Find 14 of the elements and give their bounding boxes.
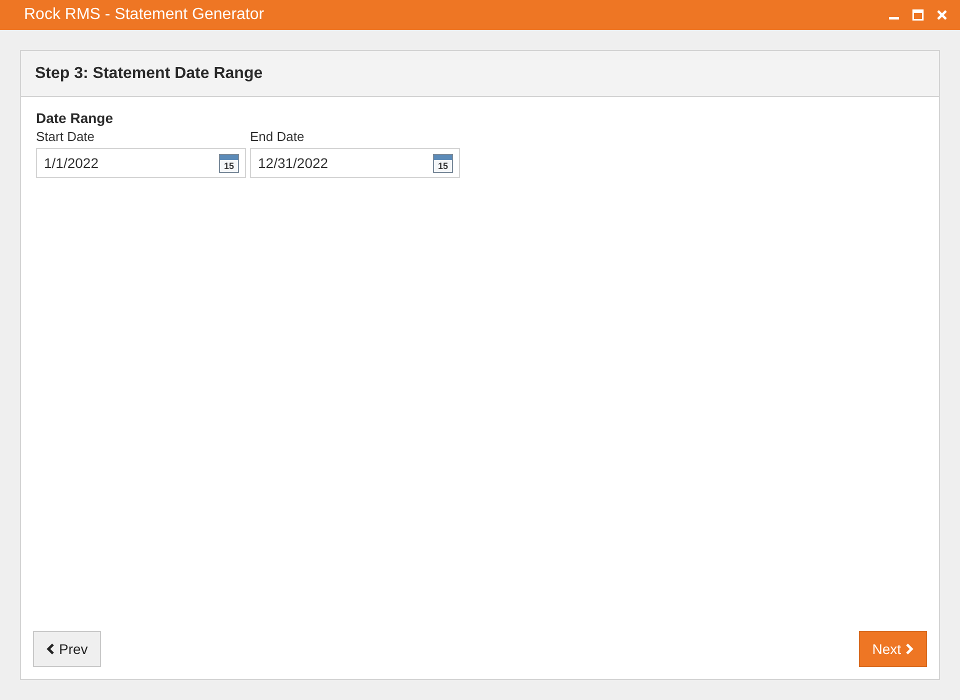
section-title: Date Range <box>36 110 114 126</box>
window-title: Rock RMS - Statement Generator <box>24 6 266 24</box>
panel-title: Step 3: Statement Date Range <box>35 64 263 82</box>
maximize-icon[interactable] <box>912 9 924 21</box>
chevron-left-icon <box>46 643 55 655</box>
calendar-icon[interactable]: 15 <box>433 154 453 172</box>
close-icon[interactable] <box>936 9 948 21</box>
calendar-icon[interactable]: 15 <box>219 154 239 172</box>
field-label: Start Date <box>36 129 96 144</box>
date-field[interactable]: 1/1/2022 15 <box>36 148 246 178</box>
chevron-right-icon <box>905 643 914 655</box>
field-label: End Date <box>250 129 306 144</box>
date-field[interactable]: 12/31/2022 15 <box>250 148 460 178</box>
prev-button[interactable]: Prev <box>33 631 101 667</box>
